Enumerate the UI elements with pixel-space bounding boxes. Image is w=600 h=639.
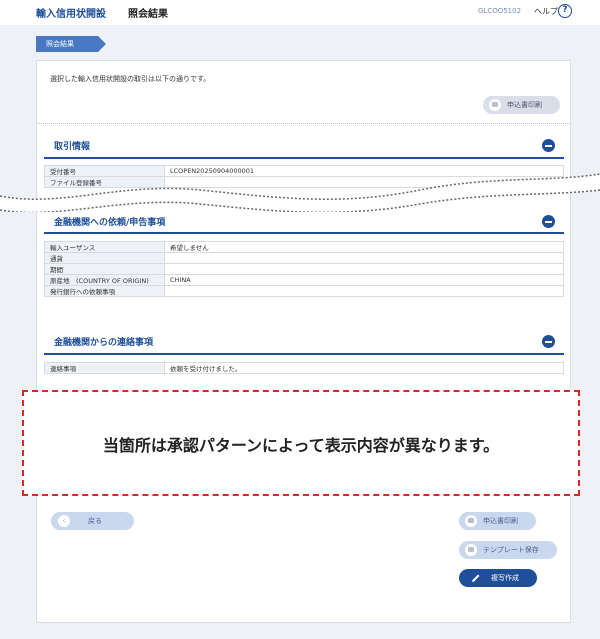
row-value: CHINA (164, 274, 564, 286)
row-key: 期間 (44, 263, 165, 275)
breadcrumb: 照会結果 (36, 36, 106, 52)
print-application-button-bottom[interactable]: 申込書印刷 (459, 512, 536, 530)
section-title-request: 金融機関への依頼/申告事項 (54, 218, 166, 228)
collapse-toggle-transaction[interactable] (542, 139, 555, 152)
copy-create-button[interactable]: 複写作成 (459, 569, 537, 587)
screen-code: GLCOO5102 (478, 7, 522, 15)
row-value (164, 285, 564, 297)
section-rule (44, 353, 564, 355)
print-application-button-top[interactable]: 申込書印刷 (483, 96, 560, 114)
chevron-left-icon: ‹ (58, 515, 70, 527)
section-title-contact: 金融機関からの連絡事項 (54, 338, 154, 348)
printer-icon (489, 99, 501, 111)
row-value: 依頼を受け付けました。 (164, 362, 564, 374)
contact-table: 連絡事項 依頼を受け付けました。 (44, 362, 564, 374)
row-key: 輸入ユーザンス (44, 241, 165, 253)
table-row: 通貨 (44, 252, 564, 264)
pencil-icon (472, 574, 480, 582)
row-key: 連絡事項 (44, 362, 165, 374)
row-key: 原産地 (COUNTRY OF ORIGIN) (44, 274, 165, 286)
page-title: 輸入信用状開設 (36, 9, 106, 20)
table-row: 輸入ユーザンス 希望しません (44, 241, 564, 253)
print-application-label: 申込書印刷 (507, 101, 542, 109)
save-template-label: テンプレート保存 (483, 546, 539, 554)
help-link[interactable]: ヘルプ (534, 6, 558, 17)
table-row: 連絡事項 依頼を受け付けました。 (44, 362, 564, 374)
page-subtitle: 照会結果 (128, 9, 168, 20)
row-value (164, 263, 564, 275)
table-row: 期間 (44, 263, 564, 275)
table-row: 発行銀行への依頼事項 (44, 285, 564, 297)
request-table: 輸入ユーザンス 希望しません 通貨 期間 原産地 (COUNTRY OF ORI… (44, 241, 564, 297)
top-bar: 輸入信用状開設 照会結果 GLCOO5102 ヘルプ ? (0, 0, 600, 25)
save-template-button[interactable]: テンプレート保存 (459, 541, 557, 559)
copy-create-label: 複写作成 (491, 574, 519, 582)
back-label: 戻る (88, 517, 102, 525)
row-value (164, 252, 564, 264)
section-title-transaction: 取引情報 (54, 142, 91, 152)
notice-text: 当箇所は承認パターンによって表示内容が異なります。 (102, 436, 500, 455)
collapse-toggle-contact[interactable] (542, 335, 555, 348)
print-application-label: 申込書印刷 (483, 517, 518, 525)
collapse-toggle-request[interactable] (542, 215, 555, 228)
table-row: 原産地 (COUNTRY OF ORIGIN) CHINA (44, 274, 564, 286)
intro-text: 選択した輸入信用状開設の取引は以下の通りです。 (50, 75, 211, 83)
help-icon[interactable]: ? (558, 4, 572, 18)
printer-icon (465, 515, 477, 527)
back-button[interactable]: ‹ 戻る (51, 512, 134, 530)
divider (37, 123, 570, 124)
breadcrumb-current: 照会結果 (46, 40, 74, 48)
section-rule (44, 157, 564, 159)
row-value: 希望しません (164, 241, 564, 253)
row-key: 発行銀行への依頼事項 (44, 285, 165, 297)
section-rule (44, 232, 564, 234)
approval-pattern-notice: 当箇所は承認パターンによって表示内容が異なります。 (22, 390, 580, 496)
row-key: 通貨 (44, 252, 165, 264)
template-icon (465, 544, 477, 556)
omitted-content-wave (0, 173, 600, 212)
